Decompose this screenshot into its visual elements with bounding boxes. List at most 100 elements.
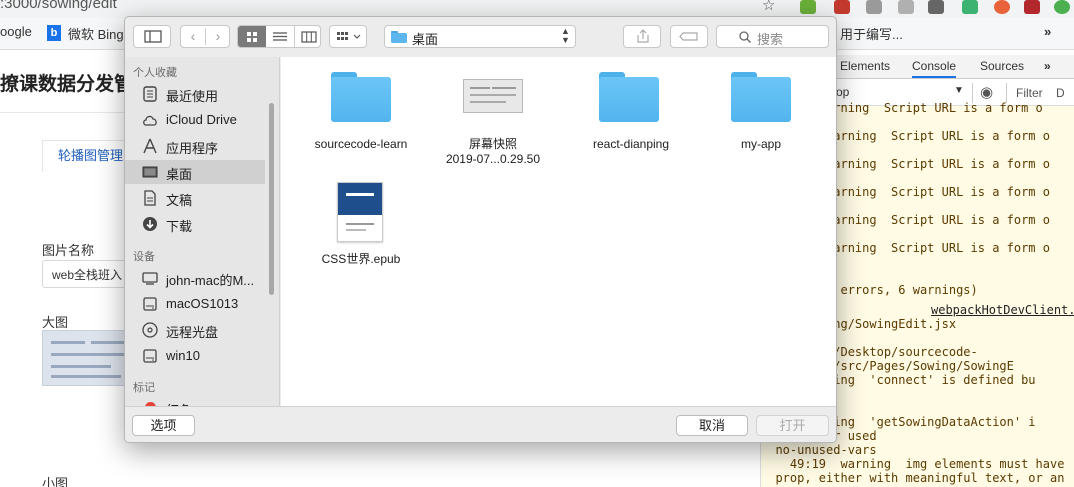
remote-disc-icon bbox=[142, 322, 158, 338]
sidebar-item-label: macOS1013 bbox=[166, 296, 239, 311]
tag-button[interactable] bbox=[670, 25, 708, 48]
extension-icon[interactable] bbox=[1054, 0, 1070, 14]
sidebar-item-downloads[interactable]: 下载 bbox=[125, 212, 265, 236]
image-name-value: web全栈班入 bbox=[52, 268, 123, 282]
section-tags: 标记 bbox=[133, 382, 155, 394]
image-name-label: 图片名称 bbox=[42, 243, 95, 258]
extension-icon[interactable] bbox=[898, 0, 914, 14]
tab-console[interactable]: Console bbox=[912, 59, 957, 78]
extension-icon[interactable] bbox=[994, 0, 1010, 14]
folder-icon bbox=[599, 72, 659, 122]
small-image-label: 小图 bbox=[42, 476, 69, 487]
sidebar-item-label: 最近使用 bbox=[166, 89, 219, 104]
sidebar-scrollbar[interactable] bbox=[269, 103, 274, 295]
extension-icon[interactable] bbox=[962, 0, 978, 14]
extension-icon[interactable] bbox=[928, 0, 944, 14]
sidebar-item-label: 远程光盘 bbox=[166, 325, 219, 340]
context-selector[interactable]: op bbox=[836, 85, 849, 99]
tag-icon bbox=[679, 32, 698, 41]
sidebar-item-documents[interactable]: 文稿 bbox=[125, 186, 265, 210]
sidebar-item-recents[interactable]: 最近使用 bbox=[125, 82, 265, 106]
options-button[interactable]: 选项 bbox=[132, 415, 195, 436]
filter-option[interactable]: D bbox=[1056, 86, 1065, 100]
computer-icon bbox=[142, 272, 158, 285]
list-view-button[interactable] bbox=[266, 26, 294, 47]
devtools-more-icon[interactable]: » bbox=[1044, 59, 1051, 73]
section-devices: 设备 bbox=[133, 251, 155, 263]
back-forward-group: ‹ › bbox=[180, 25, 230, 48]
downloads-icon bbox=[143, 217, 157, 231]
file-item[interactable]: my-app bbox=[691, 57, 831, 177]
file-name: 屏幕快照 bbox=[468, 137, 517, 151]
view-mode-group bbox=[237, 25, 321, 48]
sidebar-item-applications[interactable]: 应用程序 bbox=[125, 134, 265, 158]
sidebar-item-label: john-mac的M... bbox=[166, 273, 255, 288]
epub-book-icon bbox=[337, 182, 383, 242]
search-icon bbox=[739, 31, 751, 43]
extension-icon[interactable] bbox=[866, 0, 882, 14]
console-line: prop, either with meaningful text, or an bbox=[761, 471, 1065, 485]
sidebar-item-macos1013[interactable]: macOS1013 bbox=[125, 292, 265, 316]
tab-elements[interactable]: Elements bbox=[840, 59, 890, 73]
bookmark-bing[interactable]: 微软 Bing bbox=[68, 24, 124, 43]
icon-view-button[interactable] bbox=[238, 26, 266, 47]
sidebar-toggle-button[interactable] bbox=[133, 25, 171, 48]
sidebar-item-desktop[interactable]: 桌面 bbox=[125, 160, 265, 184]
chevron-down-icon[interactable]: ▼ bbox=[954, 85, 964, 96]
documents-icon bbox=[144, 190, 156, 206]
big-image-label: 大图 bbox=[42, 315, 69, 330]
cancel-button[interactable]: 取消 bbox=[676, 415, 748, 436]
filter-input[interactable]: Filter bbox=[1016, 86, 1043, 100]
bookmark-overflow[interactable]: 用于编写... bbox=[840, 24, 903, 43]
sidebar-item-label: 应用程序 bbox=[166, 141, 219, 156]
search-field[interactable]: 搜索 bbox=[716, 25, 829, 48]
star-bookmark-icon[interactable]: ☆ bbox=[762, 0, 775, 14]
columns-icon bbox=[301, 31, 317, 43]
adblock-icon[interactable] bbox=[834, 0, 850, 14]
sidebar-item-label: 桌面 bbox=[166, 167, 193, 182]
sidebar-icon bbox=[144, 30, 162, 43]
console-line: 49:19 warning img elements must have bbox=[761, 457, 1065, 471]
folder-icon bbox=[731, 72, 791, 122]
location-label: 桌面 bbox=[412, 32, 439, 47]
file-name: react-dianping bbox=[592, 137, 670, 151]
forward-chevron-icon[interactable]: › bbox=[206, 26, 230, 47]
recents-icon bbox=[143, 86, 157, 102]
column-view-button[interactable] bbox=[294, 26, 320, 47]
extension-icon[interactable] bbox=[800, 0, 816, 14]
sidebar-item-win10[interactable]: win10 bbox=[125, 344, 265, 368]
screenshot-thumbnail-icon bbox=[463, 79, 523, 113]
disk-icon bbox=[143, 349, 157, 363]
group-icon bbox=[337, 32, 361, 40]
group-view-button[interactable] bbox=[329, 25, 367, 48]
tab-carousel-management[interactable]: 轮播图管理 bbox=[58, 145, 123, 164]
sidebar-item-remote-disc[interactable]: 远程光盘 bbox=[125, 318, 265, 342]
file-item[interactable]: sourcecode-learn bbox=[281, 57, 441, 177]
sidebar-item-computer[interactable]: john-mac的M... bbox=[125, 266, 265, 290]
folder-icon bbox=[391, 31, 407, 43]
search-placeholder: 搜索 bbox=[757, 32, 784, 47]
file-name: CSS世界.epub bbox=[321, 252, 401, 266]
file-item[interactable]: CSS世界.epub bbox=[281, 177, 441, 297]
back-chevron-icon[interactable]: ‹ bbox=[181, 26, 205, 47]
sidebar-item-label: 下载 bbox=[166, 219, 193, 234]
share-button[interactable] bbox=[623, 25, 661, 48]
open-button[interactable]: 打开 bbox=[756, 415, 829, 436]
applications-icon bbox=[143, 138, 157, 154]
extension-icon[interactable] bbox=[1024, 0, 1040, 14]
file-item[interactable]: react-dianping bbox=[561, 57, 701, 177]
tab-sources[interactable]: Sources bbox=[980, 59, 1024, 73]
file-name-line2: 2019-07...0.29.50 bbox=[445, 152, 541, 166]
file-name: sourcecode-learn bbox=[314, 137, 408, 151]
url-text[interactable]: :3000/sowing/edit bbox=[0, 0, 117, 12]
source-link[interactable]: webpackHotDevClient. bbox=[931, 303, 1074, 317]
sidebar-item-icloud[interactable]: iCloud Drive bbox=[125, 108, 265, 132]
eye-icon[interactable]: ◉ bbox=[980, 83, 993, 101]
divider bbox=[972, 83, 973, 103]
bookmark-google[interactable]: oogle bbox=[0, 24, 32, 39]
bookmarks-more-icon[interactable]: » bbox=[1044, 24, 1051, 39]
page-title: 撩课数据分发管 bbox=[0, 74, 134, 95]
location-popup[interactable]: 桌面 ▲ ▼ bbox=[384, 25, 576, 48]
bing-icon: b bbox=[47, 25, 61, 41]
file-item[interactable]: 屏幕快照 2019-07...0.29.50 bbox=[421, 57, 561, 177]
